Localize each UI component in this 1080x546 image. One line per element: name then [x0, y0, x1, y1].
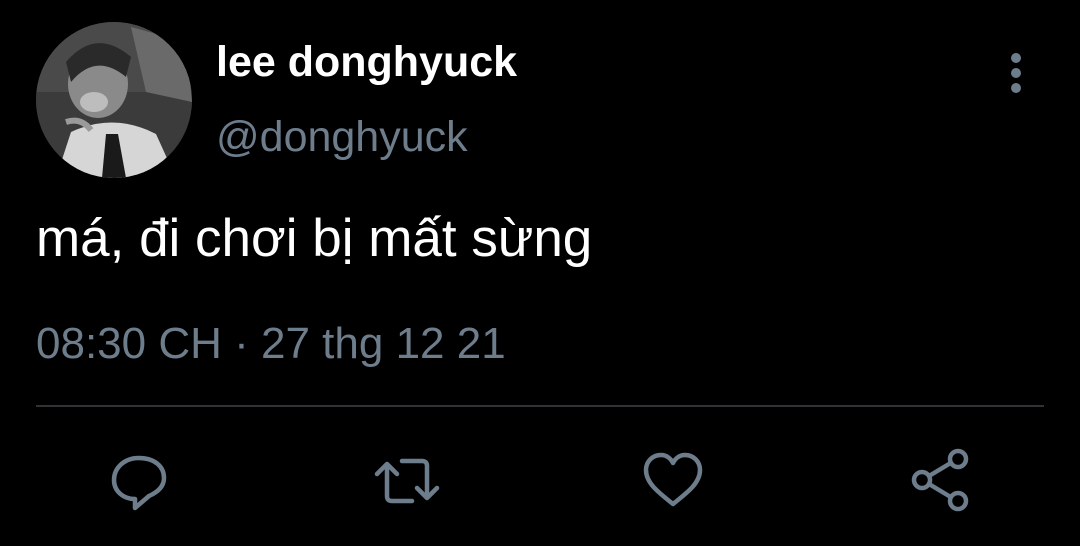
avatar[interactable] [36, 22, 192, 178]
divider [36, 405, 1044, 407]
reply-icon [111, 455, 167, 511]
tweet-date[interactable]: 27 thg 12 21 [261, 319, 506, 368]
reply-button[interactable] [104, 446, 174, 516]
tweet-timestamp: 08:30 CH · 27 thg 12 21 [36, 319, 506, 369]
like-button[interactable] [638, 446, 708, 516]
tweet-text: má, đi chơi bị mất sừng [36, 209, 593, 268]
share-button[interactable] [906, 446, 976, 516]
author-display-name[interactable]: lee donghyuck [216, 38, 517, 87]
more-options-button[interactable] [996, 48, 1036, 98]
retweet-icon [374, 458, 440, 504]
avatar-photo [36, 22, 192, 178]
more-vertical-icon [1011, 53, 1021, 93]
meta-separator: · [234, 319, 249, 368]
share-icon [911, 448, 969, 512]
tweet-time[interactable]: 08:30 CH [36, 319, 222, 368]
author-handle[interactable]: @donghyuck [216, 113, 468, 162]
retweet-button[interactable] [372, 446, 442, 516]
heart-icon [643, 452, 703, 507]
